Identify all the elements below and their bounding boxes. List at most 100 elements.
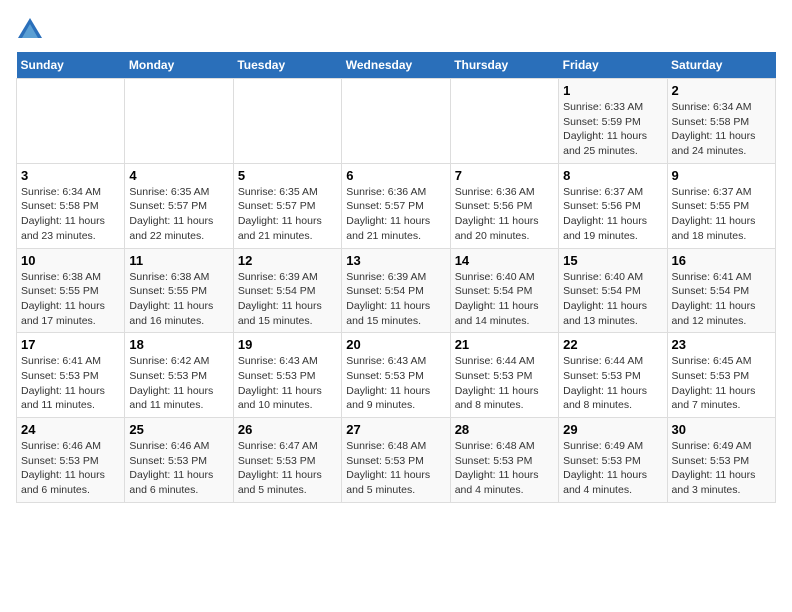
day-number: 15 <box>563 253 662 268</box>
calendar-cell: 10Sunrise: 6:38 AMSunset: 5:55 PMDayligh… <box>17 248 125 333</box>
day-info: Sunrise: 6:40 AMSunset: 5:54 PMDaylight:… <box>563 270 662 329</box>
calendar-cell: 6Sunrise: 6:36 AMSunset: 5:57 PMDaylight… <box>342 163 450 248</box>
calendar-cell: 5 Sunrise: 6:35 AMSunset: 5:57 PMDaylight… <box>233 163 341 248</box>
logo <box>16 16 48 44</box>
day-number: 24 <box>21 422 120 437</box>
calendar-cell: 23Sunrise: 6:45 AMSunset: 5:53 PMDayligh… <box>667 333 775 418</box>
day-number: 7 <box>455 168 554 183</box>
calendar-cell: 27Sunrise: 6:48 AMSunset: 5:53 PMDayligh… <box>342 418 450 503</box>
day-info: Sunrise: 6:48 AMSunset: 5:53 PMDaylight:… <box>455 439 554 498</box>
calendar-cell <box>450 79 558 164</box>
day-info: Sunrise: 6:49 AMSunset: 5:53 PMDaylight:… <box>563 439 662 498</box>
weekday-header-thursday: Thursday <box>450 52 558 79</box>
calendar-cell: 8 Sunrise: 6:37 AMSunset: 5:56 PMDaylight… <box>559 163 667 248</box>
calendar-week-1: 1 Sunrise: 6:33 AMSunset: 5:59 PMDaylight… <box>17 79 776 164</box>
calendar-cell <box>125 79 233 164</box>
calendar-cell: 7 Sunrise: 6:36 AMSunset: 5:56 PMDaylight… <box>450 163 558 248</box>
day-info: Sunrise: 6:46 AMSunset: 5:53 PMDaylight:… <box>21 439 120 498</box>
day-info: Sunrise: 6:36 AMSunset: 5:56 PMDaylight:… <box>455 185 554 244</box>
day-info: Sunrise: 6:41 AMSunset: 5:53 PMDaylight:… <box>21 354 120 413</box>
calendar-cell: 13 Sunrise: 6:39 AMSunset: 5:54 PMDayligh… <box>342 248 450 333</box>
day-info: Sunrise: 6:35 AMSunset: 5:57 PMDaylight:… <box>238 185 337 244</box>
day-number: 16 <box>672 253 771 268</box>
calendar-cell: 29 Sunrise: 6:49 AMSunset: 5:53 PMDayligh… <box>559 418 667 503</box>
calendar-cell: 11 Sunrise: 6:38 AMSunset: 5:55 PMDayligh… <box>125 248 233 333</box>
calendar-cell: 18Sunrise: 6:42 AMSunset: 5:53 PMDayligh… <box>125 333 233 418</box>
day-number: 13 <box>346 253 445 268</box>
day-info: Sunrise: 6:39 AMSunset: 5:54 PMDaylight:… <box>238 270 337 329</box>
calendar-cell: 4Sunrise: 6:35 AMSunset: 5:57 PMDaylight… <box>125 163 233 248</box>
calendar-week-2: 3Sunrise: 6:34 AMSunset: 5:58 PMDaylight… <box>17 163 776 248</box>
day-number: 12 <box>238 253 337 268</box>
day-info: Sunrise: 6:43 AMSunset: 5:53 PMDaylight:… <box>238 354 337 413</box>
weekday-header-sunday: Sunday <box>17 52 125 79</box>
calendar-cell: 12 Sunrise: 6:39 AMSunset: 5:54 PMDayligh… <box>233 248 341 333</box>
day-number: 22 <box>563 337 662 352</box>
calendar-week-5: 24 Sunrise: 6:46 AMSunset: 5:53 PMDayligh… <box>17 418 776 503</box>
day-info: Sunrise: 6:35 AMSunset: 5:57 PMDaylight:… <box>129 185 228 244</box>
day-number: 5 <box>238 168 337 183</box>
weekday-header-friday: Friday <box>559 52 667 79</box>
day-number: 21 <box>455 337 554 352</box>
page-header <box>16 16 776 44</box>
calendar-cell: 21 Sunrise: 6:44 AMSunset: 5:53 PMDayligh… <box>450 333 558 418</box>
calendar-cell <box>233 79 341 164</box>
logo-icon <box>16 16 44 44</box>
day-info: Sunrise: 6:49 AMSunset: 5:53 PMDaylight:… <box>672 439 771 498</box>
day-number: 20 <box>346 337 445 352</box>
calendar-cell: 14 Sunrise: 6:40 AMSunset: 5:54 PMDayligh… <box>450 248 558 333</box>
calendar-table: SundayMondayTuesdayWednesdayThursdayFrid… <box>16 52 776 503</box>
day-info: Sunrise: 6:42 AMSunset: 5:53 PMDaylight:… <box>129 354 228 413</box>
day-info: Sunrise: 6:46 AMSunset: 5:53 PMDaylight:… <box>129 439 228 498</box>
day-info: Sunrise: 6:48 AMSunset: 5:53 PMDaylight:… <box>346 439 445 498</box>
calendar-cell: 15 Sunrise: 6:40 AMSunset: 5:54 PMDayligh… <box>559 248 667 333</box>
day-number: 19 <box>238 337 337 352</box>
day-number: 25 <box>129 422 228 437</box>
calendar-cell: 2 Sunrise: 6:34 AMSunset: 5:58 PMDaylight… <box>667 79 775 164</box>
day-info: Sunrise: 6:37 AMSunset: 5:56 PMDaylight:… <box>563 185 662 244</box>
day-number: 11 <box>129 253 228 268</box>
calendar-cell: 25 Sunrise: 6:46 AMSunset: 5:53 PMDayligh… <box>125 418 233 503</box>
weekday-header-monday: Monday <box>125 52 233 79</box>
weekday-header-tuesday: Tuesday <box>233 52 341 79</box>
calendar-cell: 9 Sunrise: 6:37 AMSunset: 5:55 PMDaylight… <box>667 163 775 248</box>
day-number: 17 <box>21 337 120 352</box>
calendar-cell: 28 Sunrise: 6:48 AMSunset: 5:53 PMDayligh… <box>450 418 558 503</box>
day-info: Sunrise: 6:44 AMSunset: 5:53 PMDaylight:… <box>455 354 554 413</box>
calendar-cell: 17 Sunrise: 6:41 AMSunset: 5:53 PMDayligh… <box>17 333 125 418</box>
day-info: Sunrise: 6:37 AMSunset: 5:55 PMDaylight:… <box>672 185 771 244</box>
calendar-cell: 1 Sunrise: 6:33 AMSunset: 5:59 PMDaylight… <box>559 79 667 164</box>
day-number: 14 <box>455 253 554 268</box>
day-number: 30 <box>672 422 771 437</box>
calendar-cell <box>17 79 125 164</box>
day-number: 29 <box>563 422 662 437</box>
calendar-week-4: 17 Sunrise: 6:41 AMSunset: 5:53 PMDayligh… <box>17 333 776 418</box>
day-info: Sunrise: 6:45 AMSunset: 5:53 PMDaylight:… <box>672 354 771 413</box>
weekday-header-saturday: Saturday <box>667 52 775 79</box>
weekday-header-wednesday: Wednesday <box>342 52 450 79</box>
day-info: Sunrise: 6:38 AMSunset: 5:55 PMDaylight:… <box>129 270 228 329</box>
calendar-cell <box>342 79 450 164</box>
day-number: 1 <box>563 83 662 98</box>
calendar-cell: 16 Sunrise: 6:41 AMSunset: 5:54 PMDayligh… <box>667 248 775 333</box>
weekday-header-row: SundayMondayTuesdayWednesdayThursdayFrid… <box>17 52 776 79</box>
day-info: Sunrise: 6:43 AMSunset: 5:53 PMDaylight:… <box>346 354 445 413</box>
day-info: Sunrise: 6:34 AMSunset: 5:58 PMDaylight:… <box>672 100 771 159</box>
calendar-cell: 26 Sunrise: 6:47 AMSunset: 5:53 PMDayligh… <box>233 418 341 503</box>
day-info: Sunrise: 6:34 AMSunset: 5:58 PMDaylight:… <box>21 185 120 244</box>
day-number: 28 <box>455 422 554 437</box>
day-info: Sunrise: 6:44 AMSunset: 5:53 PMDaylight:… <box>563 354 662 413</box>
day-info: Sunrise: 6:40 AMSunset: 5:54 PMDaylight:… <box>455 270 554 329</box>
calendar-cell: 30 Sunrise: 6:49 AMSunset: 5:53 PMDayligh… <box>667 418 775 503</box>
calendar-cell: 24 Sunrise: 6:46 AMSunset: 5:53 PMDayligh… <box>17 418 125 503</box>
day-info: Sunrise: 6:47 AMSunset: 5:53 PMDaylight:… <box>238 439 337 498</box>
calendar-cell: 22 Sunrise: 6:44 AMSunset: 5:53 PMDayligh… <box>559 333 667 418</box>
day-info: Sunrise: 6:33 AMSunset: 5:59 PMDaylight:… <box>563 100 662 159</box>
calendar-cell: 19 Sunrise: 6:43 AMSunset: 5:53 PMDayligh… <box>233 333 341 418</box>
day-number: 2 <box>672 83 771 98</box>
day-number: 9 <box>672 168 771 183</box>
day-info: Sunrise: 6:39 AMSunset: 5:54 PMDaylight:… <box>346 270 445 329</box>
day-number: 8 <box>563 168 662 183</box>
day-number: 26 <box>238 422 337 437</box>
day-info: Sunrise: 6:41 AMSunset: 5:54 PMDaylight:… <box>672 270 771 329</box>
